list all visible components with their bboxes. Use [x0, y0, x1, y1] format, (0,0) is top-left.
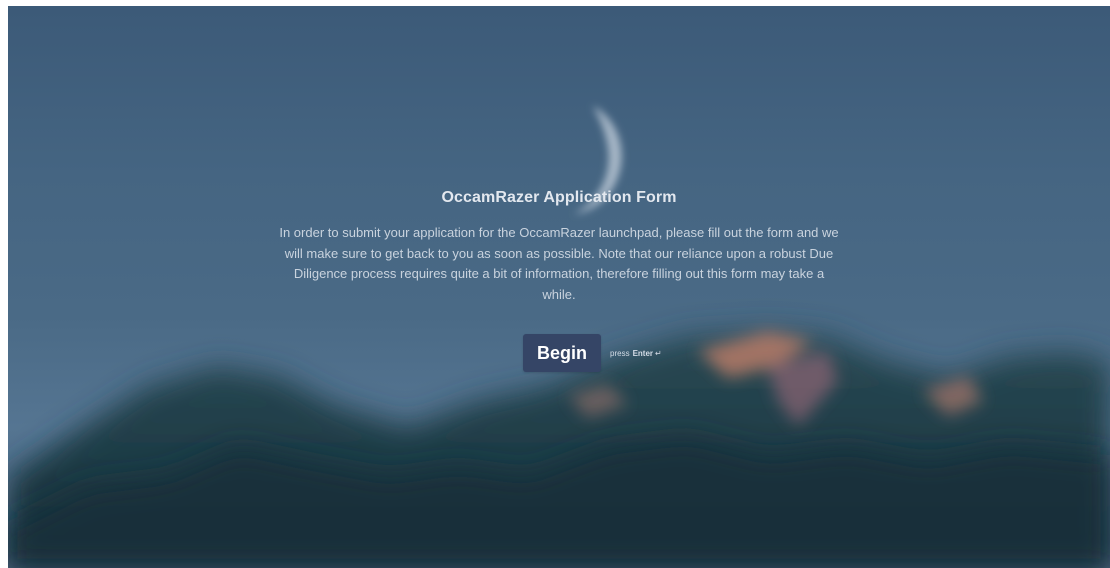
enter-arrow-icon: ↵	[655, 348, 662, 358]
keyboard-hint: press Enter ↵	[610, 349, 662, 358]
welcome-screen: OccamRazer Application Form In order to …	[8, 6, 1110, 568]
form-description: In order to submit your application for …	[279, 225, 839, 302]
start-actions: Begin press Enter ↵	[523, 334, 662, 372]
form-title: OccamRazer Application Form	[441, 189, 677, 206]
begin-button[interactable]: Begin	[523, 334, 601, 372]
hint-key: Enter	[632, 348, 654, 358]
page-frame: OccamRazer Application Form In order to …	[8, 6, 1110, 568]
hint-prefix: press	[610, 348, 630, 358]
